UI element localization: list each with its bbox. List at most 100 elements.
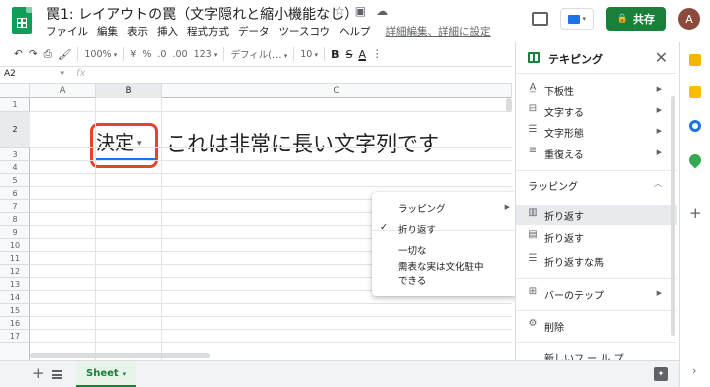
wrap-option-wrap[interactable]: ▥ 折り返す <box>516 205 677 225</box>
menu-format[interactable]: 程式方式 <box>187 24 229 39</box>
column-header-c[interactable]: C <box>162 84 512 98</box>
row-gridline <box>30 111 512 112</box>
text-color-button[interactable]: A <box>358 48 366 61</box>
panel-item-text[interactable]: ⊟ 文字する ▶ <box>516 101 677 121</box>
sheet-tabs-bar: + Sheet ▾ ✦ <box>0 360 679 387</box>
row-header[interactable]: 15 <box>0 304 30 317</box>
vertical-scrollbar[interactable] <box>506 98 512 112</box>
wrap-option-2[interactable]: ▤ 折り返す <box>516 227 677 247</box>
wrapping-section-header[interactable]: ラッピング ︿ <box>516 170 677 196</box>
row-header[interactable]: 6 <box>0 187 30 200</box>
tasks-icon[interactable] <box>689 120 701 132</box>
font-size-select[interactable]: 10 <box>300 49 318 60</box>
chevron-up-icon: ︿ <box>654 179 662 188</box>
row-header[interactable]: 1 <box>0 98 30 112</box>
panel-item-underline[interactable]: A̲ 下板性 ▶ <box>516 80 677 100</box>
panel-scrollbar[interactable] <box>671 96 675 336</box>
explore-icon[interactable]: ✦ <box>654 367 668 381</box>
menu-edit[interactable]: 編集 <box>97 24 118 39</box>
close-icon[interactable]: ✕ <box>655 48 668 67</box>
meet-button[interactable]: ▾ <box>559 8 594 30</box>
horizontal-scrollbar[interactable] <box>30 353 210 358</box>
redo-icon[interactable]: ↷ <box>29 48 38 60</box>
chevron-right-icon[interactable]: › <box>692 364 696 377</box>
panel-item-new[interactable]: 新しいフ ー ル プ <box>516 347 677 360</box>
chevron-right-icon: ▶ <box>656 148 662 156</box>
paint-format-icon[interactable]: 🖌 <box>58 48 71 61</box>
column-gridline <box>95 98 96 360</box>
document-title[interactable]: 罠1: レイアウトの罠（文字隠れと縮小機能なし） <box>46 4 358 24</box>
avatar[interactable]: A <box>678 8 700 30</box>
row-gridline <box>30 329 512 330</box>
move-folder-icon[interactable]: ▣ <box>355 4 366 18</box>
menu-data[interactable]: データ <box>238 24 270 39</box>
currency-button[interactable]: ¥ <box>130 49 136 60</box>
row-header[interactable]: 4 <box>0 161 30 174</box>
menu-insert[interactable]: 挿入 <box>157 24 178 39</box>
row-gridline <box>30 173 512 174</box>
select-all-corner[interactable] <box>0 84 30 98</box>
column-header-a[interactable]: A <box>30 84 96 98</box>
panel-item-bar[interactable]: ⊞ バーのテップ ▶ <box>516 284 677 304</box>
dropdown-chip-cell[interactable]: 決定 ▾ <box>96 128 142 155</box>
menu-file[interactable]: ファイル <box>46 24 88 39</box>
undo-icon[interactable]: ↶ <box>14 48 23 60</box>
panel-header: テキピング ✕ <box>516 42 677 74</box>
zoom-select[interactable]: 100% <box>84 49 117 60</box>
number-format-select[interactable]: 123 <box>194 49 218 60</box>
add-sheet-icon[interactable]: + <box>32 364 45 382</box>
font-family-select[interactable]: デフィル(… <box>230 47 287 61</box>
print-icon[interactable]: ⎙ <box>44 48 52 61</box>
row-header[interactable]: 10 <box>0 239 30 252</box>
row-header[interactable]: 8 <box>0 213 30 226</box>
sheet-tab[interactable]: Sheet ▾ <box>76 361 137 387</box>
row-header[interactable]: 5 <box>0 174 30 187</box>
add-addon-icon[interactable]: + <box>689 204 702 222</box>
row-header[interactable]: 12 <box>0 265 30 278</box>
share-button[interactable]: 🔒 共存 <box>605 7 666 31</box>
menu-tools[interactable]: ツースコウ <box>279 24 331 39</box>
row-header[interactable]: 7 <box>0 200 30 213</box>
menu-view[interactable]: 表示 <box>127 24 148 39</box>
long-text-cell[interactable]: これは非常に長い文字列です <box>166 128 439 158</box>
increase-decimal-button[interactable]: .00 <box>172 49 187 60</box>
bold-button[interactable]: B <box>331 48 339 61</box>
panel-divider <box>516 310 677 311</box>
row-header[interactable]: 9 <box>0 226 30 239</box>
decrease-decimal-button[interactable]: .0 <box>157 49 166 60</box>
cloud-status-icon[interactable]: ☁ <box>376 4 388 18</box>
all-sheets-icon[interactable] <box>52 370 62 379</box>
chip-value: 決定 <box>96 132 135 154</box>
sheets-logo-icon[interactable] <box>12 7 32 34</box>
row-gridline <box>30 147 512 148</box>
column-header-b[interactable]: B <box>96 84 162 98</box>
panel-item-delete[interactable]: ⚙ 削除 <box>516 316 677 336</box>
row-header[interactable]: 2 <box>0 112 30 148</box>
percent-button[interactable]: % <box>142 49 151 60</box>
calendar-icon[interactable] <box>689 54 701 66</box>
row-header[interactable]: 3 <box>0 148 30 161</box>
comment-history-icon[interactable] <box>531 12 548 26</box>
name-box[interactable]: A2 <box>4 69 64 79</box>
strikethrough-button[interactable]: S <box>345 48 352 61</box>
maps-icon[interactable] <box>686 151 704 169</box>
row-header[interactable]: 16 <box>0 317 30 330</box>
wrap-option-clip[interactable]: ☰ 折り返すな馬 <box>516 251 677 271</box>
row-header[interactable]: 11 <box>0 252 30 265</box>
menu-help[interactable]: ヘルプ <box>339 24 371 39</box>
panel-divider <box>516 278 677 279</box>
keep-icon[interactable] <box>689 86 701 98</box>
panel-item-overlap[interactable]: ≡ 重復える ▶ <box>516 143 677 163</box>
menu-bar: ファイル 編集 表示 挿入 程式方式 データ ツースコウ ヘルプ 詳細編集、詳細… <box>46 24 491 39</box>
ctx-item-label: 需表な実は文化駐中 <box>398 262 484 273</box>
chevron-right-icon: ▶ <box>656 85 662 93</box>
panel-item-format[interactable]: ☰ 文字形態 ▶ <box>516 122 677 142</box>
row-header[interactable]: 17 <box>0 330 30 343</box>
column-gridline <box>161 98 162 360</box>
last-edit-link[interactable]: 詳細編集、詳細に設定 <box>386 24 491 39</box>
star-icon[interactable]: ☆ <box>334 4 345 18</box>
more-options-icon[interactable]: ⋮ <box>372 48 383 60</box>
row-header[interactable]: 14 <box>0 291 30 304</box>
panel-item-label: 削除 <box>544 323 564 334</box>
row-header[interactable]: 13 <box>0 278 30 291</box>
